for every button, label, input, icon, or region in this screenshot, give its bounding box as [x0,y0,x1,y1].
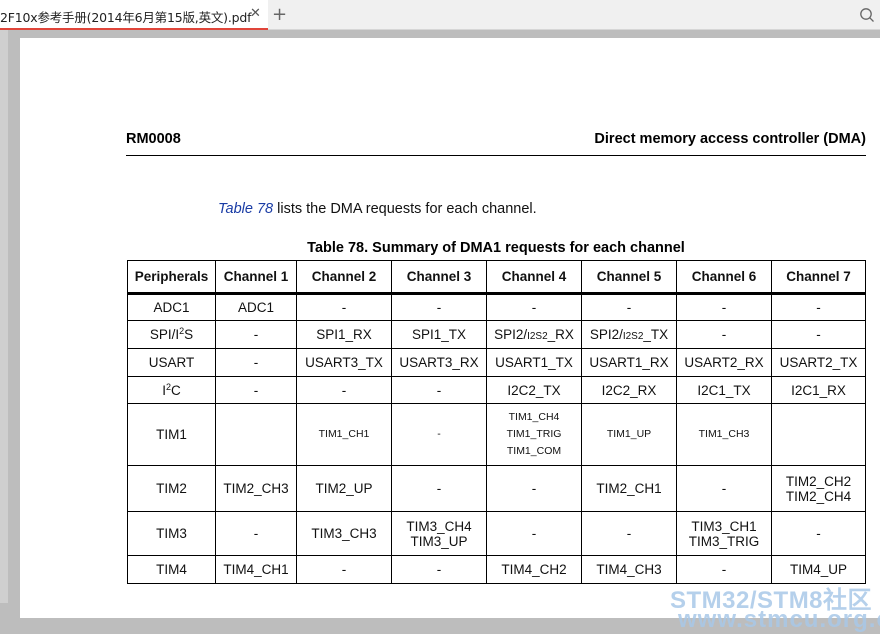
channel-cell: SPI1_RX [296,320,392,349]
header-doc-id: RM0008 [126,131,181,147]
peripheral-cell: I2C [127,376,216,404]
channel-cell: - [391,403,487,466]
tab-bar: 2F10x参考手册(2014年6月第15版,英文).pdf ✕ + [0,0,880,30]
document-tab[interactable]: 2F10x参考手册(2014年6月第15版,英文).pdf ✕ [0,0,268,30]
channel-cell: - [581,293,677,321]
channel-cell: - [296,293,392,321]
peripheral-cell: TIM3 [127,511,216,556]
channel-cell: TIM3_CH3 [296,511,392,556]
channel-cell: - [486,511,582,556]
channel-cell: TIM4_CH1 [215,555,297,584]
channel-cell: USART3_TX [296,348,392,377]
channel-cell: I2C1_RX [771,376,866,404]
peripheral-cell: USART [127,348,216,377]
table-row: I2C - - - I2C2_TX I2C2_RX I2C1_TX I2C1_RX [127,376,866,404]
channel-cell: ADC1 [215,293,297,321]
left-scroll-strip[interactable] [0,30,8,603]
channel-cell: TIM2_CH1 [581,465,677,512]
peripheral-cell: TIM4 [127,555,216,584]
channel-cell: TIM2_CH2 TIM2_CH4 [771,465,866,512]
peripheral-cell: ADC1 [127,293,216,321]
channel-cell: - [215,511,297,556]
close-icon[interactable]: ✕ [250,6,261,21]
channel-cell: TIM2_CH3 [215,465,297,512]
channel-cell: SPI2/I2S2_RX [486,320,582,349]
intro-paragraph: Table 78 lists the DMA requests for each… [218,201,537,217]
channel-cell: USART1_RX [581,348,677,377]
plus-icon[interactable]: + [272,4,287,25]
dma-requests-table: Peripherals Channel 1 Channel 2 Channel 3 Ch… [127,260,866,584]
header-rule [126,155,866,156]
channel-cell: TIM2_UP [296,465,392,512]
channel-cell: - [215,348,297,377]
channel-cell: USART2_RX [676,348,772,377]
peripheral-cell: SPI/I2S [127,320,216,349]
channel-cell: TIM1_CH1 [296,403,392,466]
header-section-title: Direct memory access controller (DMA) [594,131,866,147]
channel-cell: TIM3_CH1 TIM3_TRIG [676,511,772,556]
channel-cell: SPI2/I2S2_TX [581,320,677,349]
channel-cell: - [486,465,582,512]
pdf-page: RM0008 Direct memory access controller (… [20,38,880,633]
table-row: TIM1 TIM1_CH1- TIM1_CH4 TIM1_TRIG TIM1_COM TI… [127,403,866,466]
channel-cell: - [771,320,866,349]
channel-cell: - [391,293,487,321]
column-header: Channel 6 [676,260,772,294]
channel-cell: I2C2_TX [486,376,582,404]
table-row: USART - USART3_TX USART3_RX USART1_TX USART1_… [127,348,866,377]
channel-cell: I2C1_TX [676,376,772,404]
channel-cell: USART3_RX [391,348,487,377]
channel-cell: - [581,511,677,556]
channel-cell: - [771,293,866,321]
channel-cell: SPI1_TX [391,320,487,349]
table-row: ADC1 ADC1- - - - - - [127,293,866,321]
column-header: Channel 3 [391,260,487,294]
channel-cell: - [391,465,487,512]
channel-cell: - [296,376,392,404]
channel-cell: - [215,320,297,349]
channel-cell: TIM4_CH3 [581,555,677,584]
tab-title: 2F10x参考手册(2014年6月第15版,英文).pdf [0,10,252,25]
column-header: Channel 1 [215,260,297,294]
channel-cell: USART2_TX [771,348,866,377]
channel-cell [215,403,297,466]
channel-cell: TIM1_UP [581,403,677,466]
table-row: TIM3- TIM3_CH3 TIM3_CH4 TIM3_UP - - TIM3_CH1 TI… [127,511,866,556]
column-header: Channel 2 [296,260,392,294]
channel-cell: - [771,511,866,556]
column-header: Channel 5 [581,260,677,294]
channel-cell: I2C2_RX [581,376,677,404]
column-header: Channel 7 [771,260,866,294]
channel-cell: - [296,555,392,584]
channel-cell: - [676,465,772,512]
search-icon[interactable] [859,7,875,23]
channel-cell: - [676,320,772,349]
column-header: Channel 4 [486,260,582,294]
channel-cell: USART1_TX [486,348,582,377]
channel-cell: - [391,376,487,404]
peripheral-cell: TIM2 [127,465,216,512]
column-header: Peripherals [127,260,216,294]
channel-cell: - [391,555,487,584]
table-reference-link[interactable]: Table 78 [218,201,273,217]
channel-cell: TIM4_CH2 [486,555,582,584]
table-row: TIM2 TIM2_CH3 TIM2_UP - - TIM2_CH1- TIM2_CH2 TI… [127,465,866,512]
peripheral-cell: TIM1 [127,403,216,466]
watermark-line-2: www.stmcu.org.cn [678,606,880,633]
channel-cell: - [676,293,772,321]
channel-cell: - [215,376,297,404]
table-row: SPI/I2S - SPI1_RX SPI1_TX SPI2/I2S2_RX SPI2/I… [127,320,866,349]
channel-cell [771,403,866,466]
intro-text: lists the DMA requests for each channel. [273,201,537,217]
channel-cell: TIM3_CH4 TIM3_UP [391,511,487,556]
table-caption: Table 78. Summary of DMA1 requests for e… [307,240,685,256]
channel-cell: - [486,293,582,321]
table-header-row: Peripherals Channel 1 Channel 2 Channel 3 Ch… [127,260,866,294]
channel-cell: TIM1_CH3 [676,403,772,466]
channel-cell: TIM1_CH4 TIM1_TRIG TIM1_COM [486,403,582,466]
